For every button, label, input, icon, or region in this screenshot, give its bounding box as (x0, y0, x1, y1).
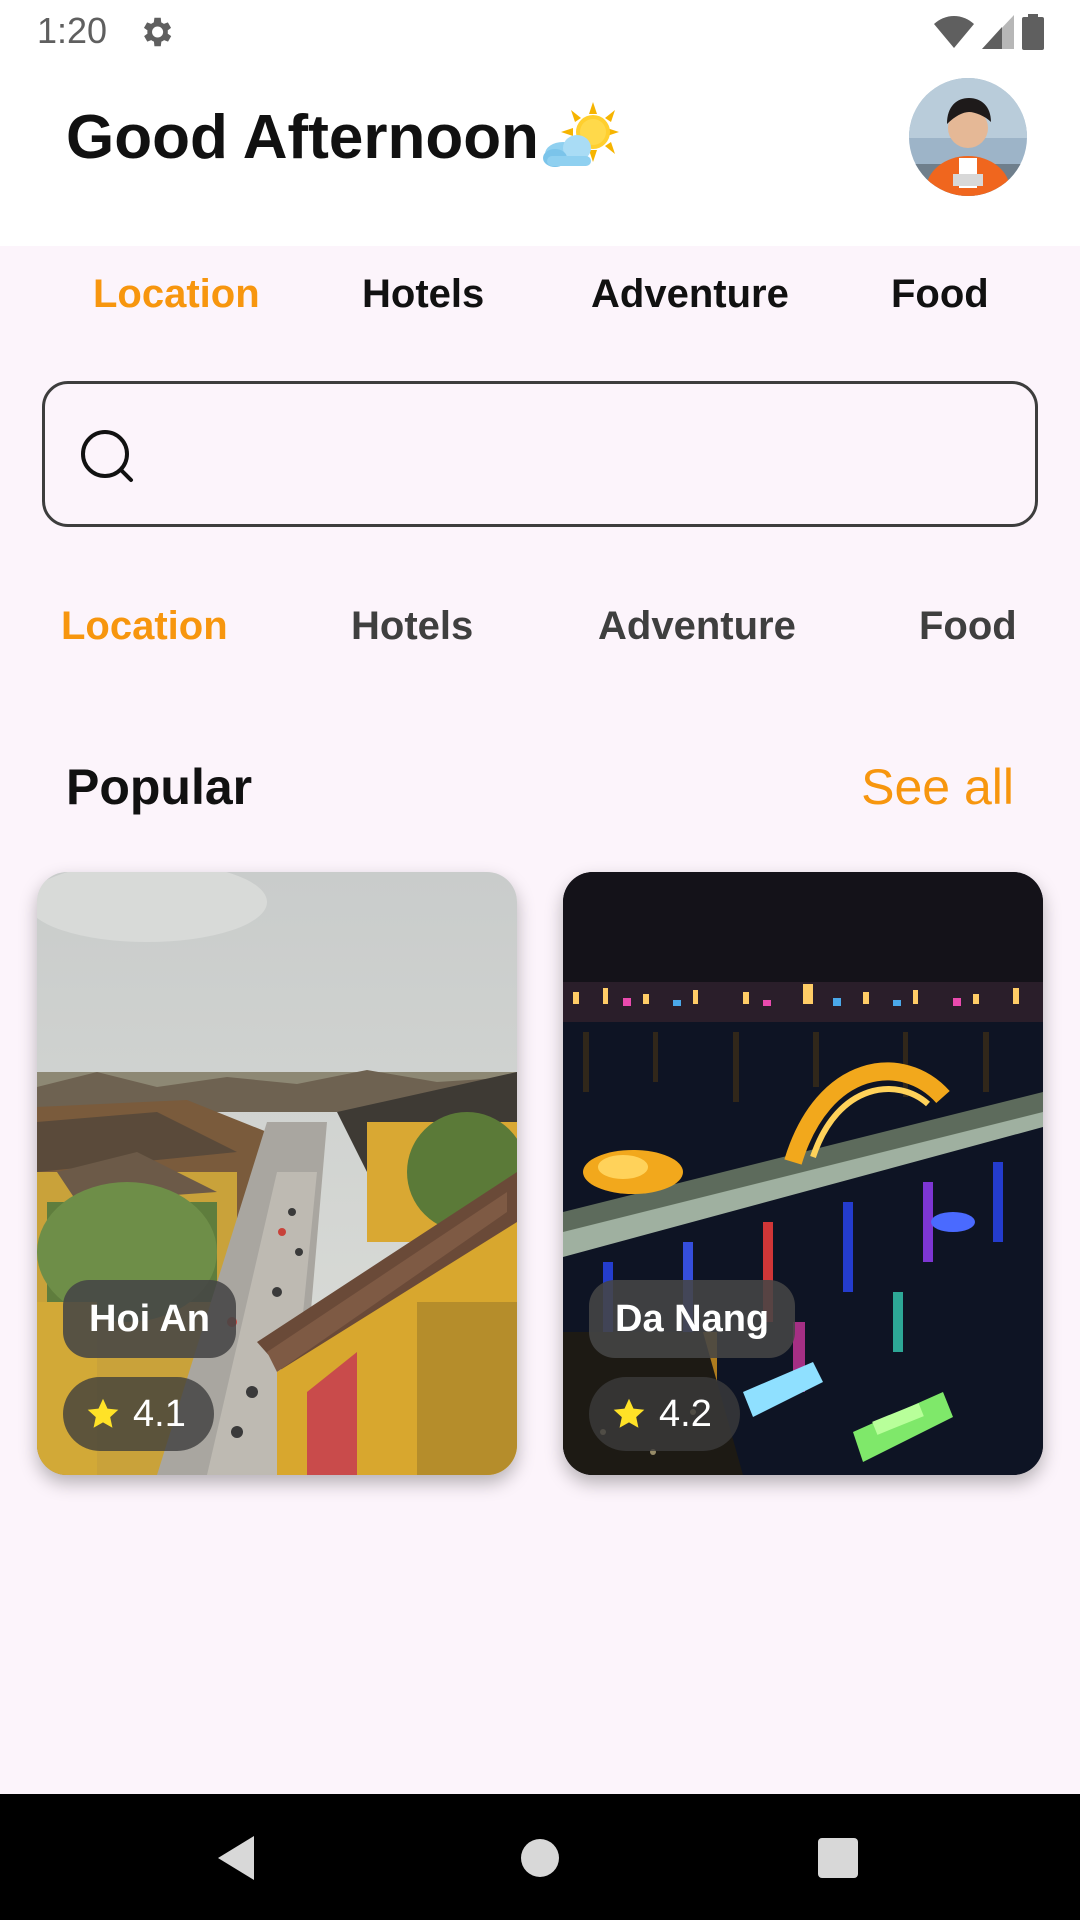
sun-behind-cloud-icon (542, 101, 619, 167)
place-card-hoi-an[interactable]: Hoi An 4.1 (37, 872, 517, 1475)
home-icon[interactable] (512, 1830, 568, 1886)
rating-badge: 4.2 (589, 1377, 740, 1451)
rating-value: 4.1 (133, 1392, 186, 1435)
home-screen: 1:20 Good Afternoon Location Hotels Adve… (0, 0, 1080, 1920)
tab-food[interactable]: Food (891, 272, 989, 317)
place-name-badge: Hoi An (63, 1280, 237, 1358)
place-card-da-nang[interactable]: Da Nang 4.2 (563, 872, 1043, 1475)
subtab-location[interactable]: Location (61, 604, 228, 649)
status-icons (934, 14, 1044, 50)
see-all-link[interactable]: See all (861, 758, 1014, 816)
recents-icon[interactable] (810, 1830, 866, 1886)
tab-hotels[interactable]: Hotels (362, 272, 484, 317)
status-time: 1:20 (37, 10, 108, 51)
subtab-food[interactable]: Food (919, 604, 1017, 649)
category-tabs-top: Location Hotels Adventure Food (0, 246, 1080, 346)
popular-section-title: Popular (66, 759, 253, 815)
subtab-hotels[interactable]: Hotels (351, 604, 473, 649)
status-bar: 1:20 (0, 0, 1080, 66)
battery-icon (1022, 14, 1044, 50)
star-icon (613, 1398, 645, 1428)
search-input[interactable] (165, 424, 1005, 486)
category-tabs-secondary: Location Hotels Adventure Food (0, 590, 1080, 670)
settings-gear-icon (143, 17, 172, 47)
search-icon (81, 430, 133, 482)
rating-value: 4.2 (659, 1392, 712, 1435)
greeting-text: Good Afternoon (66, 103, 539, 172)
user-avatar[interactable] (909, 78, 1027, 196)
place-name: Da Nang (615, 1298, 770, 1340)
greeting-title: Good Afternoon (66, 101, 621, 173)
tab-location[interactable]: Location (93, 272, 260, 317)
subtab-adventure[interactable]: Adventure (598, 604, 796, 649)
wifi-icon (934, 16, 974, 48)
tab-adventure[interactable]: Adventure (591, 272, 789, 317)
rating-badge: 4.1 (63, 1377, 214, 1451)
star-icon (87, 1398, 119, 1428)
header: Good Afternoon (0, 66, 1080, 246)
cellular-signal-icon (982, 15, 1014, 49)
place-name-badge: Da Nang (589, 1280, 796, 1358)
back-icon[interactable] (212, 1830, 268, 1886)
place-name: Hoi An (89, 1298, 211, 1340)
search-bar[interactable] (42, 381, 1038, 527)
system-navigation-bar (0, 1794, 1080, 1920)
